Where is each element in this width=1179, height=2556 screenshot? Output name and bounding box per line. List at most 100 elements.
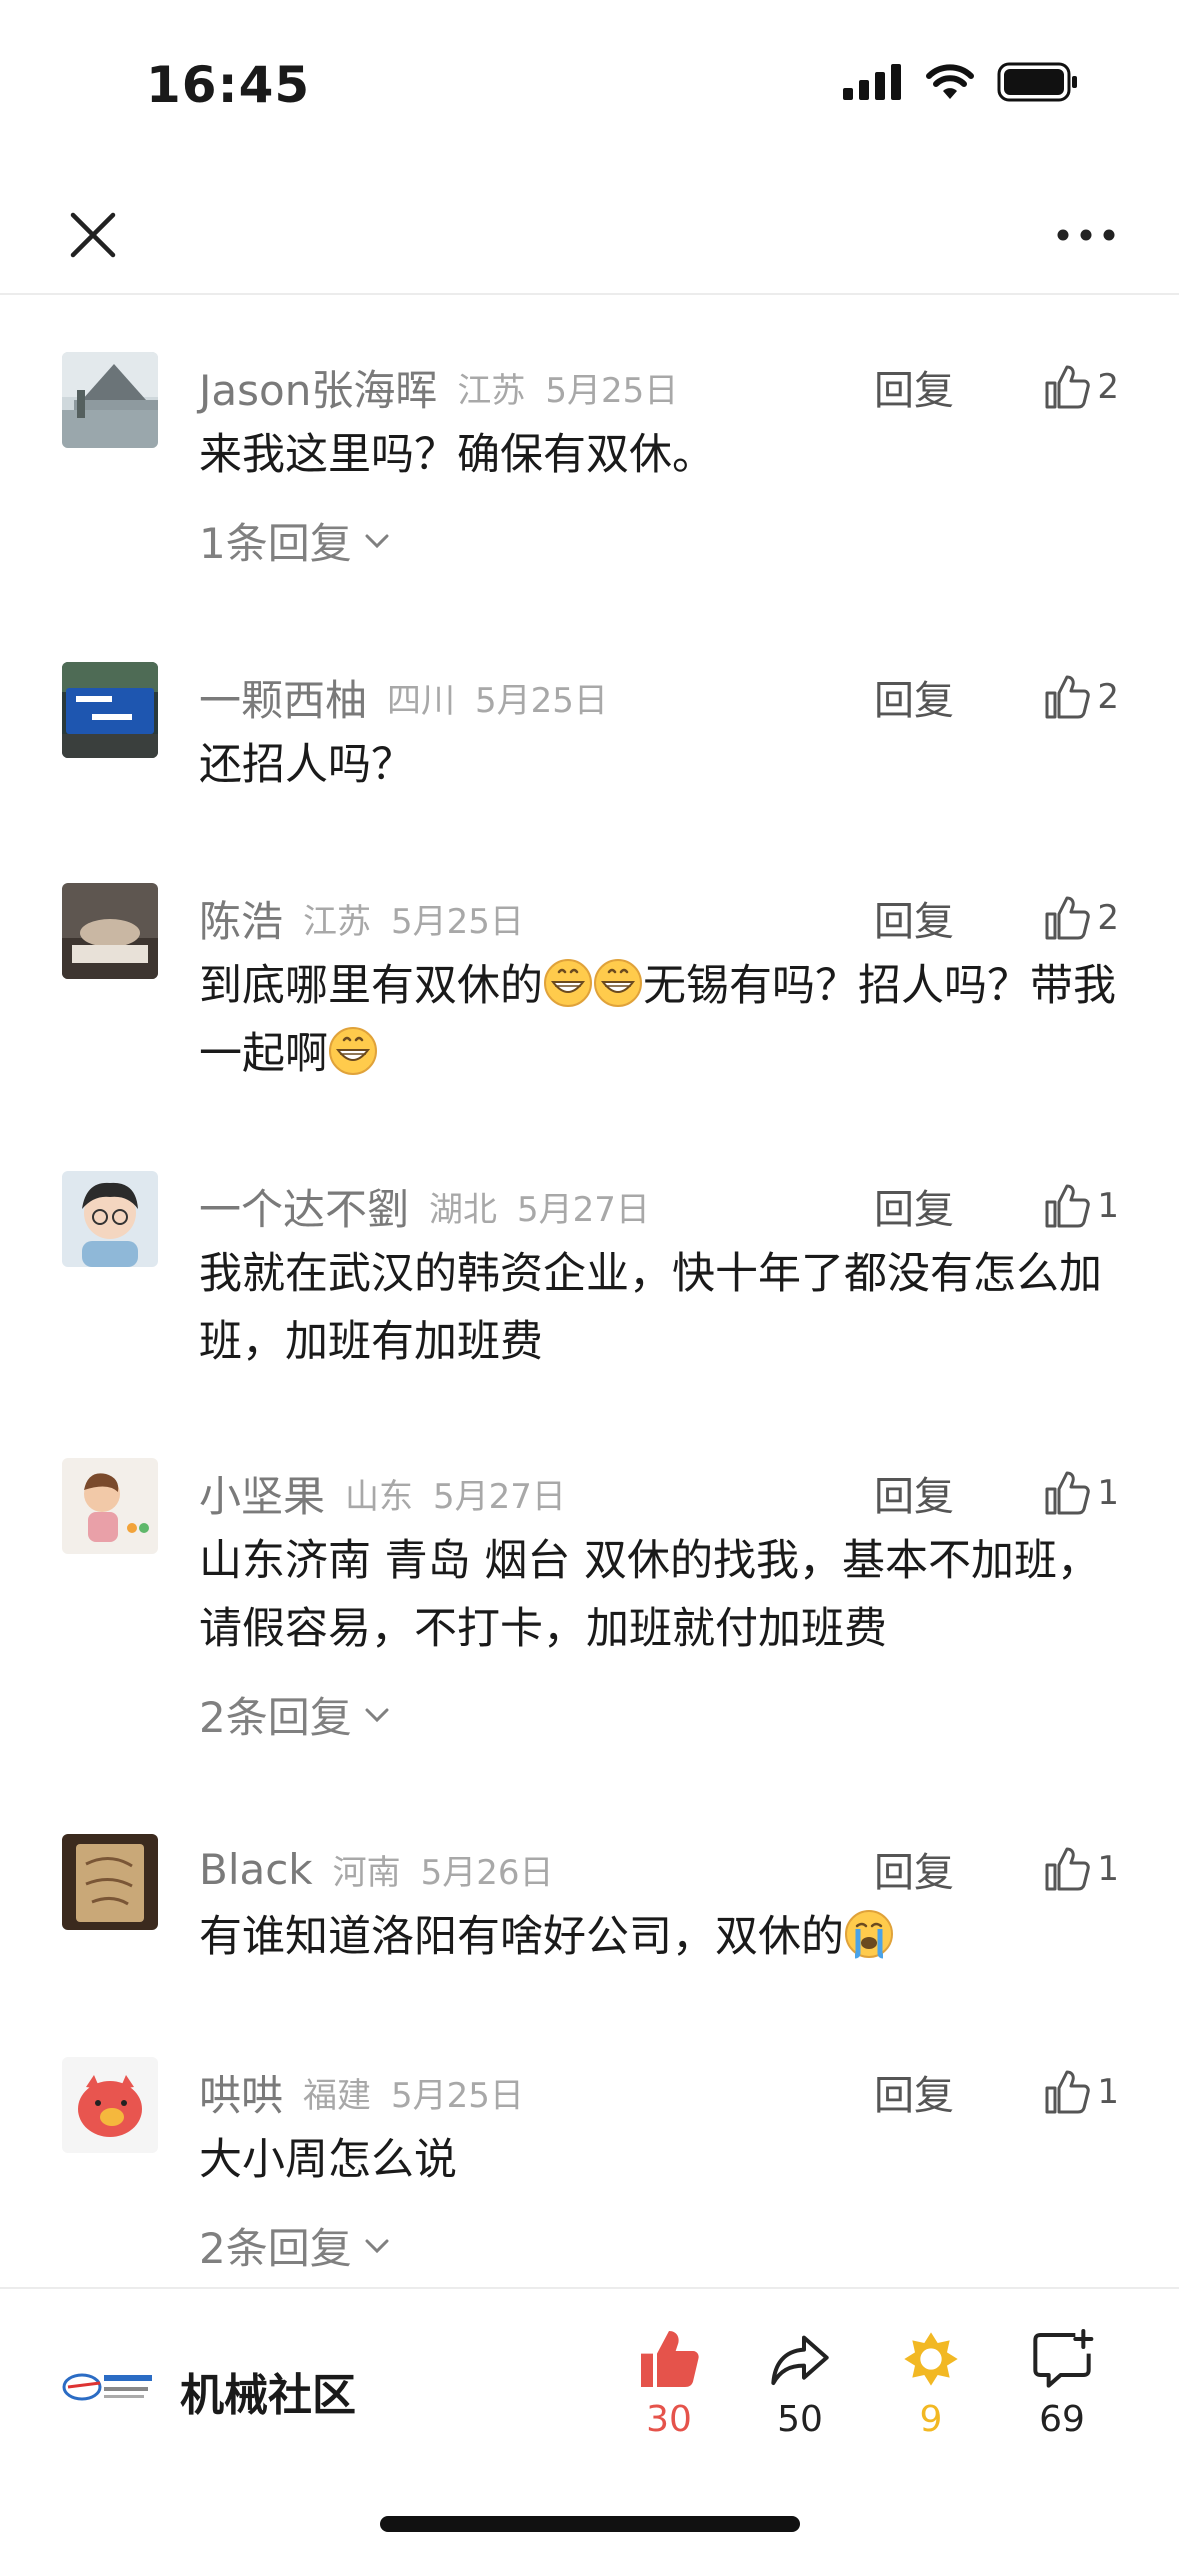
- comment-region: 江苏: [303, 901, 372, 942]
- like-action-button[interactable]: 30: [614, 2327, 724, 2440]
- comment-header: 一颗西柚 四川 5月25日 回复 2: [199, 667, 1119, 727]
- comment-author[interactable]: 哄哄: [199, 2062, 283, 2123]
- reply-button[interactable]: 回复: [874, 1840, 954, 1898]
- thumbs-up-icon: [1045, 675, 1091, 719]
- status-bar: 16:45: [0, 0, 1179, 175]
- status-icons: [843, 62, 1079, 102]
- comment-region: 江苏: [457, 370, 526, 411]
- comment-item: 哄哄 福建 5月25日 回复 1 大小周怎么说 2条回复: [0, 2057, 1179, 2287]
- comment-author[interactable]: 陈浩: [199, 888, 283, 949]
- replies-label: 2条回复: [199, 2224, 352, 2273]
- close-icon: [70, 212, 116, 258]
- comment-item: Black 河南 5月26日 回复 1 有谁知道洛阳有啥好公司，双休的: [0, 1834, 1179, 1994]
- view-replies-button[interactable]: 2条回复: [199, 2215, 390, 2276]
- like-button[interactable]: 1: [1043, 1845, 1119, 1893]
- reply-button[interactable]: 回复: [874, 668, 954, 726]
- comment-author[interactable]: Black: [199, 1845, 313, 1894]
- chevron-down-icon: [365, 2239, 389, 2253]
- reply-button[interactable]: 回复: [874, 889, 954, 947]
- comment-text: 来我这里吗？确保有双休。: [199, 430, 715, 480]
- comment-header: Jason张海晖 江苏 5月25日 回复 2: [199, 357, 1119, 417]
- like-button[interactable]: 1: [1043, 2068, 1119, 2116]
- more-icon: [1057, 229, 1115, 241]
- comment-region: 河南: [332, 1852, 401, 1893]
- comment-author[interactable]: Jason张海晖: [199, 357, 437, 418]
- comment-date: 5月27日: [517, 1189, 650, 1230]
- like-count: 2: [1097, 898, 1119, 938]
- comment-date: 5月26日: [420, 1852, 554, 1893]
- share-count: 50: [777, 2399, 823, 2440]
- reply-button[interactable]: 回复: [874, 358, 954, 416]
- comment-header: 一个达不劉 湖北 5月27日 回复 1: [199, 1176, 1119, 1236]
- comment-add-icon: [1033, 2329, 1094, 2388]
- comment-region: 四川: [387, 680, 456, 721]
- cellular-signal-icon: [843, 64, 901, 100]
- avatar[interactable]: [62, 1458, 158, 1554]
- avatar[interactable]: [62, 352, 158, 448]
- collect-button[interactable]: 9: [876, 2327, 986, 2440]
- nav-bar: [0, 175, 1179, 295]
- comment-item: 一个达不劉 湖北 5月27日 回复 1 我就在武汉的韩资企业，快十年了都没有怎么…: [0, 1171, 1179, 1401]
- comment-count: 69: [1039, 2399, 1085, 2440]
- community-name[interactable]: 机械社区: [180, 2359, 356, 2423]
- close-button[interactable]: [55, 197, 131, 273]
- thumbs-up-icon: [1045, 365, 1091, 409]
- crying-emoji: [845, 1910, 893, 1959]
- comment-list[interactable]: Jason张海晖 江苏 5月25日 回复 2 来我这里吗？确保有双休。 1条回复: [0, 297, 1179, 2287]
- comment-header: 陈浩 江苏 5月25日 回复 2: [199, 888, 1119, 948]
- more-button[interactable]: [1048, 197, 1124, 273]
- view-replies-button[interactable]: 2条回复: [199, 1684, 390, 1745]
- grin-emoji: [544, 959, 592, 1007]
- community-logo: [62, 2373, 152, 2401]
- like-count: 1: [1097, 2072, 1119, 2112]
- like-button[interactable]: 2: [1043, 673, 1119, 721]
- reply-button[interactable]: 回复: [874, 2063, 954, 2121]
- avatar[interactable]: [62, 662, 158, 758]
- comment-author[interactable]: 一个达不劉: [199, 1176, 409, 1237]
- collect-count: 9: [919, 2399, 943, 2440]
- comment-header: 小坚果 山东 5月27日 回复 1: [199, 1463, 1119, 1523]
- like-button[interactable]: 1: [1043, 1469, 1119, 1517]
- share-button[interactable]: 50: [745, 2327, 855, 2440]
- comment-text: 还招人吗？: [199, 740, 414, 790]
- view-replies-button[interactable]: 1条回复: [199, 510, 390, 571]
- like-count: 1: [1097, 1186, 1119, 1226]
- grin-emoji: [594, 959, 642, 1007]
- like-button[interactable]: 2: [1043, 363, 1119, 411]
- wifi-icon: [926, 64, 974, 99]
- comment-author[interactable]: 小坚果: [199, 1463, 325, 1524]
- like-action-count: 30: [646, 2399, 692, 2440]
- comment-text: 到底哪里有双休的 无锡有吗？招人吗？带我一起啊: [199, 952, 1129, 1088]
- like-count: 2: [1097, 367, 1119, 407]
- comment-region: 山东: [345, 1476, 414, 1517]
- comment-item: 陈浩 江苏 5月25日 回复 2 到底哪里有双休的 无锡有吗？招人吗？带我一起啊: [0, 883, 1179, 1113]
- reply-button[interactable]: 回复: [874, 1464, 954, 1522]
- comment-header: 哄哄 福建 5月25日 回复 1: [199, 2062, 1119, 2122]
- like-button[interactable]: 2: [1043, 894, 1119, 942]
- comment-text: 有谁知道洛阳有啥好公司，双休的: [199, 1903, 1129, 1971]
- collect-icon: [904, 2332, 958, 2386]
- avatar[interactable]: [62, 2057, 158, 2153]
- like-count: 1: [1097, 1849, 1119, 1889]
- thumbs-up-filled-icon: [641, 2331, 699, 2387]
- thumbs-up-icon: [1045, 2070, 1091, 2114]
- comment-text-part: 有谁知道洛阳有啥好公司，双休的: [199, 1912, 844, 1962]
- comment-button[interactable]: 69: [1007, 2327, 1117, 2440]
- avatar[interactable]: [62, 1171, 158, 1267]
- home-indicator[interactable]: [380, 2516, 800, 2532]
- avatar[interactable]: [62, 883, 158, 979]
- comment-date: 5月25日: [475, 680, 608, 721]
- comment-text: 山东济南 青岛 烟台 双休的找我，基本不加班，请假容易，不打卡，加班就付加班费: [199, 1536, 1101, 1654]
- comment-text: 我就在武汉的韩资企业，快十年了都没有怎么加班，加班有加班费: [199, 1249, 1102, 1367]
- reply-button[interactable]: 回复: [874, 1177, 954, 1235]
- grin-emoji: [329, 1027, 377, 1075]
- chevron-down-icon: [365, 534, 389, 548]
- chevron-down-icon: [365, 1708, 389, 1722]
- thumbs-up-icon: [1045, 1847, 1091, 1891]
- comment-author[interactable]: 一颗西柚: [199, 667, 367, 728]
- avatar[interactable]: [62, 1834, 158, 1930]
- like-button[interactable]: 1: [1043, 1182, 1119, 1230]
- comment-date: 5月25日: [545, 370, 679, 411]
- like-count: 1: [1097, 1473, 1119, 1513]
- comment-date: 5月27日: [433, 1476, 566, 1517]
